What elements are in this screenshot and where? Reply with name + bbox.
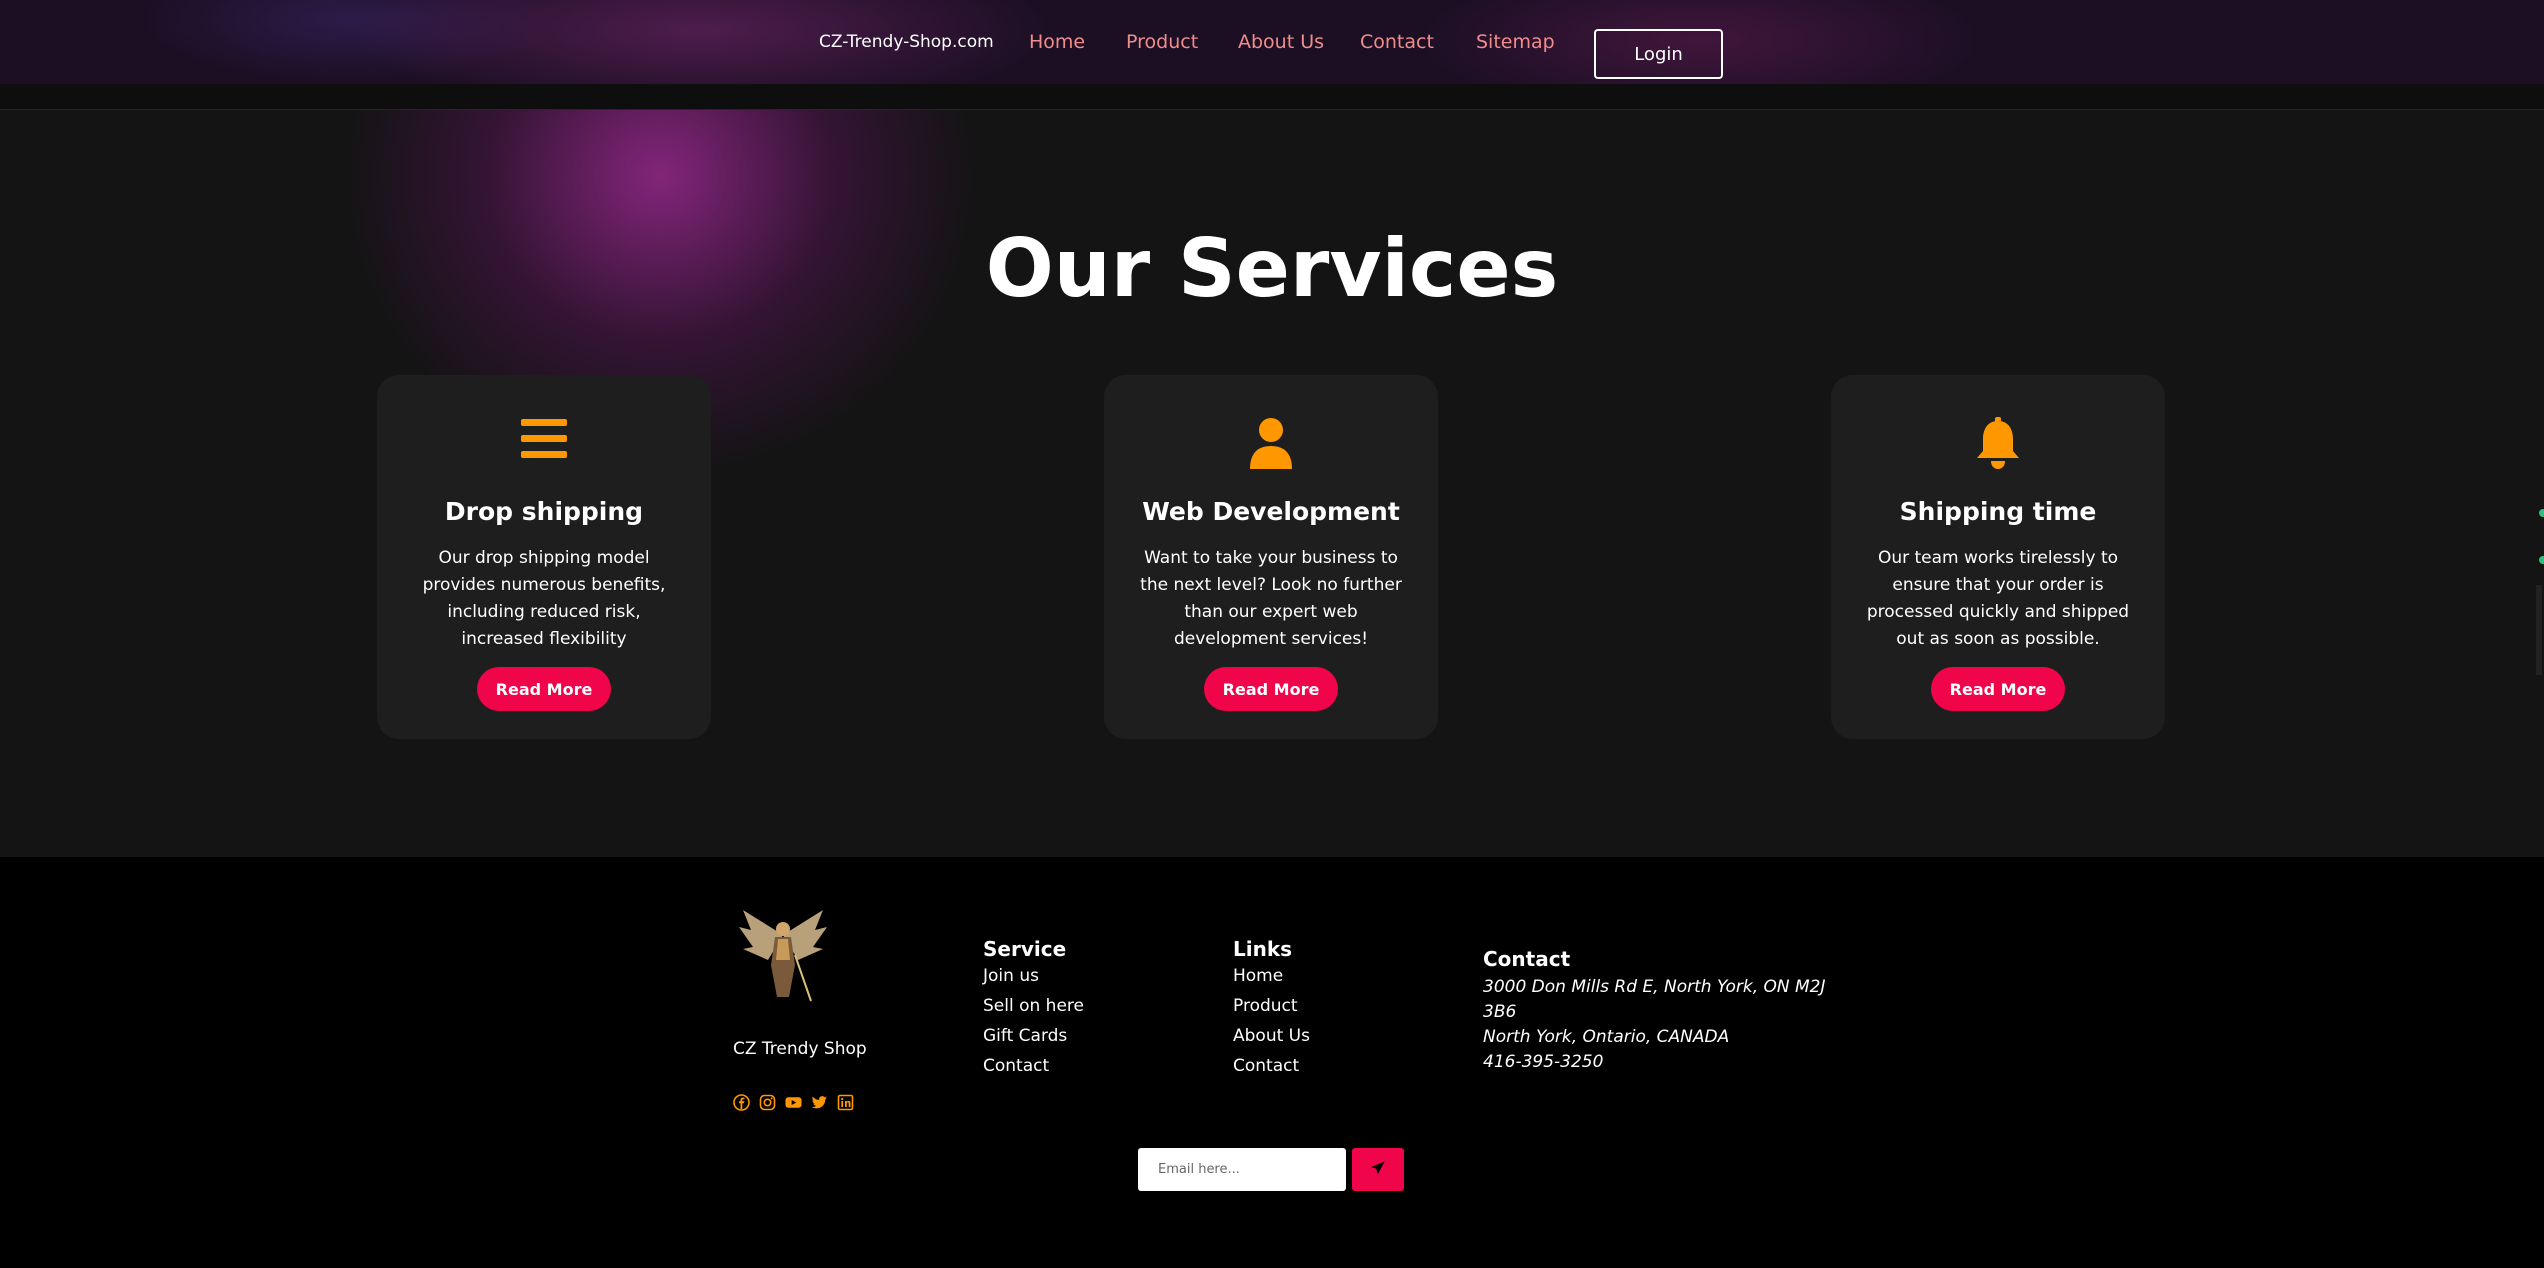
newsletter-email-input[interactable] [1138, 1148, 1346, 1191]
contact-address-line1: 3000 Don Mills Rd E, North York, ON M2J [1483, 977, 1826, 997]
footer-contact-heading: Contact [1483, 947, 1571, 971]
edge-widget [2534, 505, 2544, 680]
read-more-button[interactable]: Read More [1204, 667, 1338, 711]
instagram-icon[interactable] [759, 1094, 776, 1111]
site-header: CZ-Trendy-Shop.com Home Product About Us… [0, 0, 2544, 84]
site-brand[interactable]: CZ-Trendy-Shop.com [819, 32, 994, 52]
footer-link-about-us[interactable]: About Us [1233, 1026, 1310, 1046]
footer-link-sell-on-here[interactable]: Sell on here [983, 996, 1084, 1016]
card-title: Shipping time [1899, 497, 2097, 526]
nav-product[interactable]: Product [1126, 31, 1198, 53]
card-description: Our drop shipping model provides numerou… [422, 548, 666, 649]
card-title: Web Development [1142, 497, 1400, 526]
footer-link-join-us[interactable]: Join us [983, 966, 1039, 986]
nav-sitemap[interactable]: Sitemap [1476, 31, 1555, 53]
nav-contact[interactable]: Contact [1360, 31, 1434, 53]
footer-link-contact[interactable]: Contact [983, 1056, 1049, 1076]
facebook-icon[interactable] [733, 1094, 750, 1111]
contact-address-line3: North York, Ontario, CANADA [1483, 1027, 1730, 1047]
service-card-shipping-time: Shipping time Our team works tirelessly … [1831, 375, 2165, 739]
nav-about-us[interactable]: About Us [1238, 31, 1324, 53]
newsletter-send-button[interactable] [1352, 1148, 1404, 1191]
footer-link-product[interactable]: Product [1233, 996, 1298, 1016]
bell-icon [1831, 417, 2165, 469]
card-title: Drop shipping [444, 497, 644, 526]
shop-logo [733, 905, 833, 1005]
read-more-button[interactable]: Read More [477, 667, 611, 711]
youtube-icon[interactable] [785, 1094, 802, 1111]
login-button[interactable]: Login [1594, 29, 1723, 79]
social-links [733, 1094, 854, 1111]
service-card-drop-shipping: Drop shipping Our drop shipping model pr… [377, 375, 711, 739]
read-more-button[interactable]: Read More [1931, 667, 2065, 711]
footer-link-contact-2[interactable]: Contact [1233, 1056, 1299, 1076]
footer-service-heading: Service [983, 937, 1067, 961]
nav-home[interactable]: Home [1029, 31, 1085, 53]
header-divider [0, 84, 2544, 110]
twitter-icon[interactable] [811, 1094, 828, 1111]
footer-link-gift-cards[interactable]: Gift Cards [983, 1026, 1067, 1046]
footer-link-home[interactable]: Home [1233, 966, 1283, 986]
card-description: Want to take your business to the next l… [1140, 548, 1402, 649]
menu-icon [377, 417, 711, 469]
card-description: Our team works tirelessly to ensure that… [1866, 548, 2130, 649]
contact-address-line2: 3B6 [1483, 1002, 1517, 1022]
linkedin-icon[interactable] [837, 1094, 854, 1111]
paper-plane-icon [1371, 1161, 1385, 1178]
footer-brand: CZ Trendy Shop [733, 1039, 867, 1059]
user-icon [1104, 417, 1438, 469]
footer-links-heading: Links [1233, 937, 1293, 961]
service-card-web-development: Web Development Want to take your busine… [1104, 375, 1438, 739]
services-title: Our Services [985, 222, 1559, 315]
contact-phone: 416-395-3250 [1483, 1052, 1604, 1072]
